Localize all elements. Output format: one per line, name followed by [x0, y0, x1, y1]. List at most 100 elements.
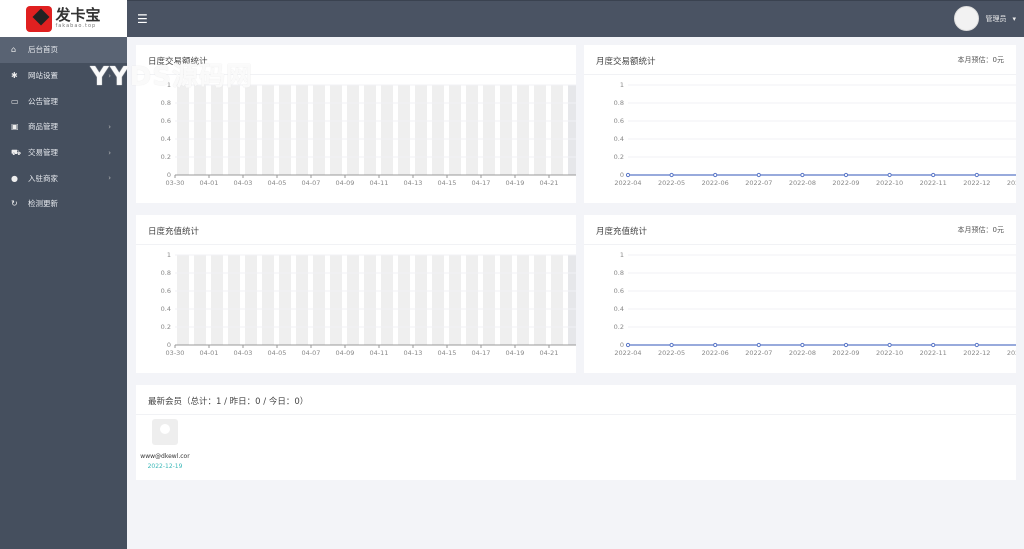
menu-toggle-icon[interactable]: ☰	[137, 13, 149, 25]
bar-shadow	[466, 85, 478, 175]
member-date: 2022-12-19	[147, 463, 183, 470]
x-tick-label: 2022-07	[745, 179, 772, 187]
y-tick-label: 0.2	[614, 153, 624, 161]
y-tick-label: 0.4	[161, 135, 171, 143]
x-tick-label: 04-09	[336, 349, 355, 357]
data-point[interactable]	[800, 172, 805, 178]
y-tick-label: 0.8	[161, 99, 171, 107]
bar-shadow	[500, 255, 512, 345]
x-tick-label: 04-13	[404, 179, 423, 187]
bar-shadow	[364, 255, 376, 345]
bar-shadow	[381, 255, 393, 345]
data-point[interactable]	[756, 342, 761, 348]
bar-shadow	[194, 255, 206, 345]
sidebar-item-3[interactable]: ▣ 商品管理 ›	[0, 114, 127, 140]
sidebar-item-6[interactable]: ↻ 检测更新	[0, 191, 127, 217]
bar-shadow	[262, 255, 274, 345]
cart-icon: ⛟	[11, 147, 22, 157]
y-tick-label: 0	[620, 171, 624, 179]
bar-shadow	[381, 85, 393, 175]
avatar[interactable]	[954, 6, 980, 31]
watermark: YYDS源码网	[90, 62, 253, 92]
caret-down-icon: ▾	[1012, 14, 1016, 23]
data-point[interactable]	[931, 172, 936, 178]
data-point[interactable]	[843, 172, 849, 178]
data-point[interactable]	[625, 172, 631, 178]
y-tick-label: 0.4	[614, 305, 624, 313]
bar-shadow	[296, 85, 308, 175]
x-tick-label: 04-03	[234, 179, 253, 187]
y-tick-label: 0.2	[161, 323, 171, 331]
member-name: www@dkewl.cor	[140, 453, 190, 460]
bar-shadow	[177, 85, 189, 175]
data-point[interactable]	[756, 172, 761, 178]
sidebar-item-5[interactable]: ● 入驻商家 ›	[0, 165, 127, 191]
x-tick-label: 2022-06	[702, 349, 729, 357]
x-tick-label: 03-30	[166, 349, 185, 357]
daily-recharge-chart: 0 0.2 0.4 0.6 0.8 1 03-30 04-01 04-03 04-05 04-07 0…	[161, 251, 576, 357]
bar-shadow	[313, 255, 325, 345]
bar-shadow	[415, 85, 427, 175]
data-point[interactable]	[625, 342, 631, 348]
data-point[interactable]	[931, 342, 936, 348]
member-item[interactable]: www@dkewl.cor 2022-12-19	[140, 419, 190, 470]
monthly-recharge-card: 月度充值统计 本月预估：0元 0 0.2 0.4 0.6 0.8 1 2022-04 2022…	[584, 215, 1016, 373]
user-menu[interactable]: 管理员 ▾	[954, 6, 1016, 31]
bar-shadow	[466, 255, 478, 345]
data-point[interactable]	[800, 342, 805, 348]
bar-shadow	[534, 85, 546, 175]
x-tick-label: 2022-12	[963, 179, 990, 187]
bar-shadow	[449, 255, 461, 345]
data-point[interactable]	[974, 342, 979, 348]
x-tick-label: 04-19	[506, 179, 525, 187]
x-tick-label: 2022-05	[658, 349, 685, 357]
x-tick-label: 2022-06	[702, 179, 729, 187]
sidebar-item-4[interactable]: ⛟ 交易管理 ›	[0, 140, 127, 166]
chevron-right-icon: ›	[108, 122, 111, 131]
data-point[interactable]	[713, 342, 718, 348]
bar-shadow	[313, 85, 325, 175]
x-tick-label: 04-17	[472, 349, 491, 357]
brand-name: 发卡宝	[55, 6, 101, 24]
x-tick-label: 2022-04	[614, 349, 641, 357]
y-tick-label: 0.8	[614, 269, 624, 277]
data-point[interactable]	[843, 342, 849, 348]
bar-shadow	[211, 255, 223, 345]
user-name[interactable]: 管理员	[985, 14, 1006, 24]
bar-shadow	[364, 85, 376, 175]
member-avatar	[152, 419, 178, 445]
brand-domain: fakabao.top	[55, 23, 97, 29]
x-tick-label: 04-07	[302, 349, 321, 357]
bar-shadow	[517, 255, 529, 345]
data-point[interactable]	[887, 172, 892, 178]
bar-shadow	[551, 85, 563, 175]
x-tick-label: 2022-10	[876, 179, 903, 187]
y-tick-label: 0.6	[614, 117, 624, 125]
x-tick-label: 2022-05	[658, 179, 685, 187]
data-point[interactable]	[669, 172, 674, 178]
bar-shadow	[551, 255, 563, 345]
x-tick-label: 04-11	[370, 349, 389, 357]
data-point[interactable]	[887, 342, 892, 348]
bar-shadow	[517, 85, 529, 175]
x-tick-label: 04-19	[506, 349, 525, 357]
data-point[interactable]	[974, 172, 979, 178]
x-tick-label: 2022-11	[920, 179, 947, 187]
chevron-right-icon: ›	[108, 148, 111, 157]
bar-shadow	[347, 255, 359, 345]
x-tick-label: 04-11	[370, 179, 389, 187]
logo[interactable]: 发卡宝 fakabao.top	[0, 0, 127, 37]
sidebar-item-label: 网站设置	[28, 71, 58, 81]
x-tick-label: 04-21	[540, 179, 559, 187]
data-point[interactable]	[669, 342, 674, 348]
bar-shadow	[568, 255, 576, 345]
data-point[interactable]	[713, 172, 718, 178]
bar-shadow	[245, 255, 257, 345]
bar-shadow	[228, 255, 240, 345]
bar-shadow	[347, 85, 359, 175]
y-tick-label: 0.4	[614, 135, 624, 143]
x-tick-label: 04-05	[268, 349, 287, 357]
x-tick-label: 2022-08	[789, 179, 816, 187]
x-tick-label: 2022-07	[745, 349, 772, 357]
x-tick-label: 2022-04	[614, 179, 641, 187]
